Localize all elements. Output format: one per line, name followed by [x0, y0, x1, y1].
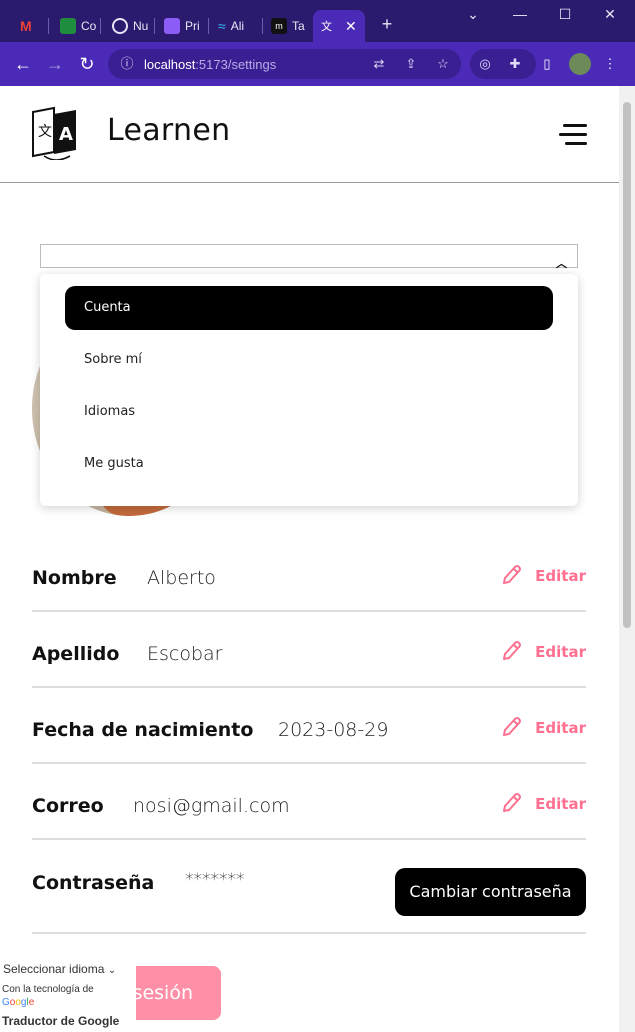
pencil-icon	[503, 793, 522, 812]
field-value: Alberto	[147, 567, 216, 589]
translate-icon[interactable]: ⇄	[370, 55, 388, 73]
tab-notion[interactable]: m Ta	[263, 10, 311, 42]
change-password-button[interactable]: Cambiar contraseña	[395, 868, 586, 916]
menu-item-sobre-mi[interactable]: Sobre mí	[65, 338, 553, 382]
scrollbar-thumb[interactable]	[623, 102, 631, 628]
hamburger-menu-icon[interactable]	[557, 124, 587, 146]
tab-sheets[interactable]: Co	[52, 10, 98, 42]
tab-label: Ta	[292, 19, 305, 33]
address-bar[interactable]: ⓘ localhost:5173/settings ⇄ ⇪ ☆	[108, 49, 461, 79]
share-icon[interactable]: ⇪	[402, 55, 420, 73]
notion-icon: m	[271, 18, 287, 34]
close-tab-icon[interactable]: ✕	[345, 18, 357, 35]
google-translate-name[interactable]: Traductor de Google	[2, 1014, 119, 1028]
field-label: Nombre	[32, 567, 117, 589]
menu-item-idiomas[interactable]: Idiomas	[65, 390, 553, 434]
field-label: Apellido	[32, 643, 120, 665]
tab-gmail[interactable]: M	[12, 10, 48, 42]
powered-by-text: Con la tecnología de	[2, 984, 94, 995]
svg-text:A: A	[59, 124, 73, 145]
browser-tab-bar: M Co Nu Pri ≈ Ali m Ta 文 ✕ + ⌄ — ☐ ✕	[0, 0, 635, 42]
password-label: Contraseña	[32, 872, 155, 894]
browser-menu-icon[interactable]: ⋮	[601, 55, 619, 73]
row-fecha-nacimiento: Fecha de nacimiento 2023-08-29 Editar	[32, 688, 586, 764]
edit-label: Editar	[535, 719, 586, 737]
chevron-up-icon: ︿	[556, 258, 567, 270]
field-value: 2023-08-29	[278, 719, 389, 741]
brand-name: Learnen	[107, 113, 231, 148]
tab-learnen-active[interactable]: 文 ✕	[313, 10, 365, 42]
sidepanel-icon[interactable]: ▯	[538, 55, 556, 73]
tab-search-icon[interactable]: ⌄	[463, 6, 483, 23]
app-header: 文 A Learnen	[0, 86, 619, 183]
password-value: *******	[185, 870, 245, 890]
bookmark-star-icon[interactable]: ☆	[434, 55, 452, 73]
row-correo: Correo nosi@gmail.com Editar	[32, 764, 586, 840]
row-apellido: Apellido Escobar Editar	[32, 612, 586, 688]
page-scrollbar[interactable]	[619, 86, 635, 1032]
lens-icon[interactable]: ◎	[476, 55, 494, 73]
tab-chrome[interactable]: Nu	[104, 10, 152, 42]
app-icon	[164, 18, 180, 34]
field-label: Correo	[32, 795, 104, 817]
site-info-icon[interactable]: ⓘ	[118, 55, 136, 73]
extensions-puzzle-icon[interactable]: ✚	[506, 55, 524, 73]
settings-page: 文 A Learnen ︿ Cuenta Sobre mí Idiomas Me…	[0, 86, 619, 1032]
field-value: Escobar	[147, 643, 223, 665]
pencil-icon	[503, 641, 522, 660]
tab-label: Pri	[185, 19, 200, 33]
edit-label: Editar	[535, 643, 586, 661]
maximize-icon[interactable]: ☐	[555, 6, 575, 23]
menu-item-cuenta[interactable]: Cuenta	[65, 286, 553, 330]
pencil-icon	[503, 717, 522, 736]
chevron-down-icon: ⌄	[107, 965, 117, 976]
tab-tailwind[interactable]: ≈ Ali	[210, 10, 260, 42]
sheets-icon	[60, 18, 76, 34]
tab-label: Co	[81, 19, 97, 33]
edit-label: Editar	[535, 567, 586, 585]
forward-icon[interactable]: →	[44, 53, 66, 75]
row-nombre: Nombre Alberto Editar	[32, 536, 586, 612]
tab-app[interactable]: Pri	[156, 10, 206, 42]
pencil-icon	[503, 565, 522, 584]
google-translate-widget: Seleccionar idioma ⌄ Con la tecnología d…	[0, 960, 136, 1032]
close-window-icon[interactable]: ✕	[600, 6, 620, 23]
learnen-icon: 文	[321, 21, 332, 33]
minimize-icon[interactable]: —	[510, 6, 530, 22]
tab-label: Nu	[133, 19, 149, 33]
divider	[32, 932, 586, 934]
edit-button[interactable]: Editar	[500, 716, 586, 740]
back-icon[interactable]: ←	[12, 53, 34, 75]
edit-button[interactable]: Editar	[500, 792, 586, 816]
edit-label: Editar	[535, 795, 586, 813]
google-logo: Google	[2, 997, 35, 1008]
settings-section-select[interactable]: ︿	[40, 244, 578, 270]
gmail-icon: M	[20, 18, 32, 34]
extensions-group: ◎ ✚	[470, 49, 536, 79]
language-select[interactable]: Seleccionar idioma ⌄	[3, 962, 116, 976]
reload-icon[interactable]: ↻	[76, 53, 98, 75]
edit-button[interactable]: Editar	[500, 564, 586, 588]
field-value: nosi@gmail.com	[133, 795, 290, 817]
field-label: Fecha de nacimiento	[32, 719, 254, 741]
svg-text:文: 文	[38, 124, 52, 140]
tab-label: Ali	[230, 19, 245, 33]
learnen-logo-icon: 文 A	[32, 106, 76, 160]
tailwind-icon: ≈	[218, 18, 226, 34]
new-tab-button[interactable]: +	[377, 14, 397, 35]
edit-button[interactable]: Editar	[500, 640, 586, 664]
chrome-icon	[112, 18, 128, 34]
profile-avatar[interactable]	[569, 53, 591, 75]
settings-section-dropdown: Cuenta Sobre mí Idiomas Me gusta	[40, 274, 578, 506]
address-url: localhost:5173/settings	[144, 57, 277, 72]
menu-item-me-gusta[interactable]: Me gusta	[65, 442, 553, 486]
